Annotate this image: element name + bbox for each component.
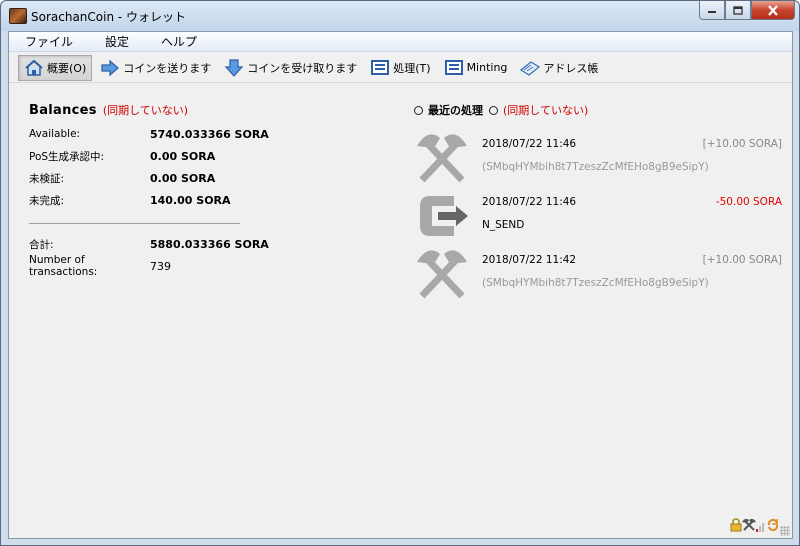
tab-receive-coins-label: コインを受け取ります [247,61,358,75]
minting-list-icon [444,59,464,77]
app-logo-icon [9,8,27,24]
app-window: SorachanCoin - ウォレット ファイル 設定 ヘルプ 概要(O) コ… [0,0,800,546]
window-title: SorachanCoin - ウォレット [31,10,187,24]
numtx-value: 739 [150,259,171,273]
home-icon [24,59,44,77]
tab-minting[interactable]: Minting [439,55,513,81]
overview-page: Balances (同期していない) Available: 5740.03336… [9,84,792,538]
tab-address-book[interactable]: アドレス帳 [515,55,603,81]
transaction-address: N_SEND [482,219,525,231]
connections-icon[interactable] [756,518,766,532]
close-button[interactable] [751,1,795,20]
sync-icon[interactable] [766,518,780,532]
available-row: Available: 5740.033366 SORA [29,123,409,145]
transaction-item[interactable]: 2018/07/22 11:42 [+10.00 SORA] (SMbqHYMb… [414,246,784,304]
total-row: 合計: 5880.033366 SORA [29,233,409,255]
unconfirmed-value: 0.00 SORA [150,171,216,185]
minimize-button[interactable] [699,1,725,20]
menu-bar: ファイル 設定 ヘルプ [9,32,792,52]
tab-transactions[interactable]: 処理(T) [365,55,435,81]
tab-transactions-label: 処理(T) [393,61,431,75]
tab-overview-label: 概要(O) [47,61,87,75]
tab-receive-coins[interactable]: コインを受け取ります [219,55,362,81]
title-bar: SorachanCoin - ウォレット [1,1,799,31]
resize-grip[interactable] [780,526,790,536]
tab-overview[interactable]: 概要(O) [18,54,93,81]
balances-title: Balances [29,103,97,118]
immature-label: 未完成: [29,194,65,207]
tab-send-coins[interactable]: コインを送ります [95,55,216,81]
send-transaction-icon [420,196,468,236]
unconfirmed-row: 未検証: 0.00 SORA [29,167,409,189]
mining-pickaxe-icon [417,250,467,299]
tab-minting-label: Minting [466,61,508,74]
immature-row: 未完成: 140.00 SORA [29,189,409,211]
toolbar: 概要(O) コインを送ります コインを受け取ります 処理(T) Minting … [9,53,792,83]
balances-out-of-sync-label: (同期していない) [102,104,189,117]
pos-value: 0.00 SORA [150,149,216,163]
recent-out-of-sync-label: (同期していない) [503,104,589,117]
address-book-icon [520,59,541,77]
transactions-list-icon [370,59,390,77]
transaction-address: (SMbqHYMbih8t7TzeszZcMfEHo8gB9eSipY) [482,161,709,173]
transaction-address: (SMbqHYMbih8t7TzeszZcMfEHo8gB9eSipY) [482,277,709,289]
recent-transactions-title: 最近の処理 [428,104,483,117]
transaction-amount: -50.00 SORA [715,196,782,208]
client-area: ファイル 設定 ヘルプ 概要(O) コインを送ります コインを受け取ります 処理… [8,31,793,539]
balance-divider [29,223,240,224]
numtx-row: Number of transactions: 739 [29,254,409,278]
transaction-date: 2018/07/22 11:42 [482,254,577,266]
balances-panel: Balances (同期していない) Available: 5740.03336… [29,102,409,278]
send-arrow-icon [100,59,120,77]
total-label: 合計: [29,238,54,251]
transaction-date: 2018/07/22 11:46 [482,196,577,208]
available-label: Available: [29,128,81,140]
maximize-icon [733,5,743,15]
mining-pickaxe-icon [417,134,467,183]
tab-send-coins-label: コインを送ります [123,61,212,75]
transaction-amount: [+10.00 SORA] [702,138,782,150]
staking-icon[interactable] [742,518,756,532]
close-icon [768,4,778,16]
circle-icon [489,105,498,115]
minimize-icon [708,11,716,13]
receive-arrow-icon [224,58,244,77]
transaction-amount: [+10.00 SORA] [702,254,782,266]
transaction-item[interactable]: 2018/07/22 11:46 [+10.00 SORA] (SMbqHYMb… [414,130,784,188]
circle-icon [414,105,423,115]
lock-icon[interactable] [730,518,742,532]
menu-help[interactable]: ヘルプ [145,33,213,50]
tab-address-book-label: アドレス帳 [543,61,599,75]
transaction-date: 2018/07/22 11:46 [482,138,577,150]
total-value: 5880.033366 SORA [150,237,269,251]
maximize-button[interactable] [725,1,751,20]
transaction-item[interactable]: 2018/07/22 11:46 -50.00 SORA N_SEND [414,188,784,246]
recent-transactions-header: 最近の処理 (同期していない) [414,102,784,118]
menu-settings[interactable]: 設定 [89,33,145,50]
unconfirmed-label: 未検証: [29,172,65,185]
status-bar [730,518,780,532]
available-value: 5740.033366 SORA [150,127,269,141]
immature-value: 140.00 SORA [150,193,231,207]
numtx-label: Number of transactions: [29,254,98,278]
menu-file[interactable]: ファイル [9,33,89,50]
pos-label: PoS生成承認中: [29,150,105,163]
recent-transactions-panel: 最近の処理 (同期していない) 2018/07/22 11:46 [+10.00… [414,102,784,304]
pos-row: PoS生成承認中: 0.00 SORA [29,145,409,167]
